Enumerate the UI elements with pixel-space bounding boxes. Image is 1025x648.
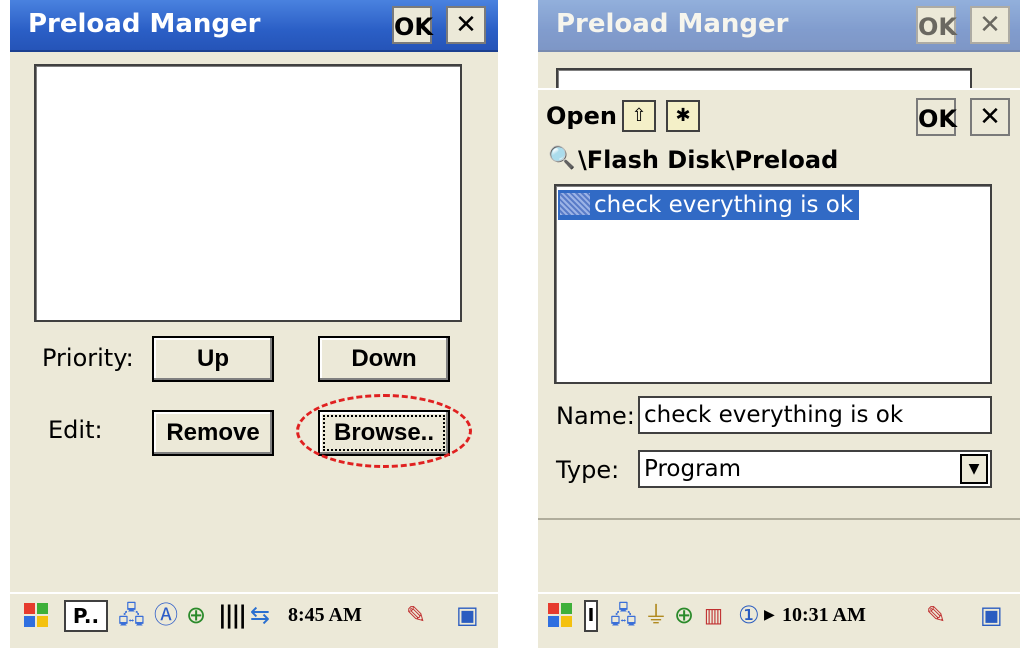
globe-icon[interactable]: ⊕ (186, 600, 206, 630)
dialog-title: Open (546, 102, 617, 130)
preload-manager-open-dialog-window: Preload Manger OK ✕ Open ⇧ ✱ OK ✕ 🔍 \Fla… (538, 0, 1020, 648)
program-file-icon (560, 193, 590, 215)
keyboard-mode-icon[interactable]: ① (738, 600, 760, 630)
window-title: Preload Manger (556, 9, 789, 39)
taskbar-app-button[interactable]: I (584, 600, 598, 632)
file-list[interactable]: check everything is ok (554, 184, 992, 384)
clock[interactable]: 10:31 AM (782, 604, 866, 627)
dialog-ok-button[interactable]: OK (916, 98, 957, 136)
windows-switch-icon[interactable]: ▣ (980, 600, 1003, 630)
network-icon[interactable]: 🖧 (610, 600, 637, 630)
pen-icon[interactable]: ✎ (926, 600, 946, 630)
clock[interactable]: 8:45 AM (288, 604, 362, 627)
name-label: Name: (556, 402, 635, 430)
title-bar: Preload Manger OK ✕ (10, 0, 498, 52)
windows-flag-icon[interactable] (544, 600, 576, 637)
highlight-annotation (296, 394, 472, 468)
input-method-icon[interactable]: Ⓐ (154, 600, 178, 630)
close-button[interactable]: ✕ (446, 6, 486, 44)
priority-label: Priority: (42, 344, 134, 372)
name-field[interactable]: check everything is ok (638, 396, 992, 434)
open-dialog: Open ⇧ ✱ OK ✕ 🔍 \Flash Disk\Preload chec… (538, 88, 1020, 520)
sync-icon[interactable]: ⇆ (250, 600, 270, 630)
windows-flag-icon[interactable] (20, 600, 52, 637)
pen-icon[interactable]: ✎ (406, 600, 426, 630)
dialog-close-button[interactable]: ✕ (970, 98, 1010, 136)
network-icon[interactable]: 🖧 (118, 600, 145, 630)
remove-button[interactable]: Remove (152, 410, 274, 456)
close-button[interactable]: ✕ (970, 6, 1010, 44)
globe-icon[interactable]: ⊕ (674, 600, 694, 630)
preload-list[interactable] (34, 64, 462, 322)
folder-search-icon: 🔍 (548, 146, 576, 171)
battery-icon[interactable]: ▥ (704, 600, 723, 630)
status-area (538, 518, 1020, 594)
window-title: Preload Manger (28, 9, 261, 39)
preload-list (556, 68, 972, 88)
up-button[interactable]: Up (152, 336, 274, 382)
windows-switch-icon[interactable]: ▣ (456, 600, 479, 630)
new-folder-icon[interactable]: ✱ (666, 100, 700, 132)
taskbar-app-button[interactable]: P.. (64, 600, 108, 632)
type-label: Type: (556, 456, 620, 484)
title-bar: Preload Manger OK ✕ (538, 0, 1020, 52)
power-plug-icon[interactable]: ⏚ (644, 600, 668, 630)
down-button[interactable]: Down (318, 336, 450, 382)
current-path: \Flash Disk\Preload (578, 146, 839, 174)
file-list-item[interactable]: check everything is ok (558, 190, 860, 220)
ok-button[interactable]: OK (392, 6, 433, 44)
taskbar: P.. 🖧 Ⓐ ⊕ |||| ⇆ 8:45 AM ✎ ▣ (10, 592, 498, 638)
up-folder-icon[interactable]: ⇧ (622, 100, 656, 132)
edit-label: Edit: (48, 416, 103, 444)
tray-arrow-icon[interactable]: ▶ (764, 600, 775, 630)
type-select[interactable]: Program (638, 450, 992, 488)
chevron-down-icon[interactable]: ▼ (960, 454, 988, 484)
preload-manager-window: Preload Manger OK ✕ Priority: Up Down Ed… (10, 0, 498, 648)
file-name: check everything is ok (594, 192, 854, 218)
barcode-icon[interactable]: |||| (218, 600, 247, 630)
ok-button[interactable]: OK (916, 6, 957, 44)
taskbar: I 🖧 ⏚ ⊕ ▥ ① ▶ 10:31 AM ✎ ▣ (538, 592, 1020, 638)
